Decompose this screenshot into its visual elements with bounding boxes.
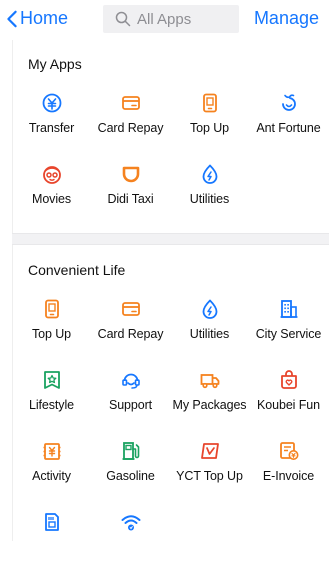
yct-top-up-icon — [199, 440, 221, 462]
top-up-icon — [41, 298, 63, 320]
transfer-icon — [41, 92, 63, 114]
service-e-invoice[interactable]: E-Invoice — [249, 432, 328, 503]
service-label: Card Repay — [97, 327, 164, 341]
service-my-packages[interactable]: My Packages — [170, 361, 249, 432]
back-label: Home — [20, 8, 69, 28]
service-lifestyle[interactable]: Lifestyle — [12, 361, 91, 432]
convenient-life-grid: Top Up Card Repay Utilities City Service… — [12, 290, 329, 574]
utilities-icon — [199, 298, 221, 320]
service-label: Lifestyle — [29, 398, 74, 412]
service-label: Support — [108, 398, 153, 412]
service-label: City Service — [255, 327, 322, 341]
card-repay-icon — [120, 298, 142, 320]
city-service-icon — [278, 298, 300, 320]
app-didi-taxi[interactable]: Didi Taxi — [91, 155, 170, 226]
service-label: Activity — [32, 469, 71, 483]
search-icon — [115, 11, 131, 27]
app-label: Didi Taxi — [107, 192, 154, 206]
chevron-left-icon — [7, 10, 17, 27]
app-label: Movies — [32, 192, 71, 206]
service-support[interactable]: Support — [91, 361, 170, 432]
top-up-icon — [199, 92, 221, 114]
e-invoice-icon — [278, 440, 300, 462]
service-gasoline[interactable]: Gasoline — [91, 432, 170, 503]
app-label: Transfer — [28, 121, 75, 135]
app-label: Card Repay — [97, 121, 164, 135]
service-activity[interactable]: Activity — [12, 432, 91, 503]
service-card-repay[interactable]: Card Repay — [91, 290, 170, 361]
back-button[interactable]: Home — [6, 8, 68, 29]
didi-taxi-icon — [120, 163, 142, 185]
sim-card-icon — [41, 511, 63, 533]
app-top-up[interactable]: Top Up — [170, 84, 249, 155]
utilities-icon — [199, 163, 221, 185]
service-utilities[interactable]: Utilities — [170, 290, 249, 361]
support-icon — [120, 369, 142, 391]
top-bar: Home All Apps Manage — [0, 0, 329, 40]
lifestyle-icon — [41, 369, 63, 391]
app-transfer[interactable]: Transfer — [12, 84, 91, 155]
app-label: Top Up — [189, 121, 229, 135]
app-utilities[interactable]: Utilities — [170, 155, 249, 226]
search-input[interactable]: All Apps — [103, 5, 239, 33]
app-label: Utilities — [189, 192, 230, 206]
service-koubei-fun[interactable]: Koubei Fun — [249, 361, 328, 432]
service-label: My Packages — [172, 398, 247, 412]
wifi-icon — [120, 511, 142, 533]
my-apps-grid: Transfer Card Repay Top Up Ant Fortune M… — [12, 84, 329, 226]
service-wifi[interactable] — [91, 503, 170, 574]
ant-fortune-icon — [278, 92, 300, 114]
service-label: Gasoline — [106, 469, 155, 483]
activity-icon — [41, 440, 63, 462]
service-label: E-Invoice — [262, 469, 315, 483]
manage-button[interactable]: Manage — [254, 8, 319, 29]
service-city-service[interactable]: City Service — [249, 290, 328, 361]
service-label: Utilities — [189, 327, 230, 341]
card-repay-icon — [120, 92, 142, 114]
service-label: Top Up — [31, 327, 71, 341]
gasoline-icon — [120, 440, 142, 462]
movies-icon — [41, 163, 63, 185]
service-top-up[interactable]: Top Up — [12, 290, 91, 361]
section-divider — [12, 233, 329, 245]
service-label: YCT Top Up — [176, 469, 243, 483]
app-card-repay[interactable]: Card Repay — [91, 84, 170, 155]
app-movies[interactable]: Movies — [12, 155, 91, 226]
koubei-fun-icon — [278, 369, 300, 391]
service-label: Koubei Fun — [257, 398, 320, 412]
my-apps-title: My Apps — [28, 56, 82, 72]
app-label: Ant Fortune — [256, 121, 321, 135]
app-ant-fortune[interactable]: Ant Fortune — [249, 84, 328, 155]
service-sim-card[interactable] — [12, 503, 91, 574]
search-placeholder: All Apps — [137, 10, 192, 28]
convenient-life-title: Convenient Life — [28, 262, 126, 278]
service-yct-top-up[interactable]: YCT Top Up — [170, 432, 249, 503]
packages-icon — [199, 369, 221, 391]
